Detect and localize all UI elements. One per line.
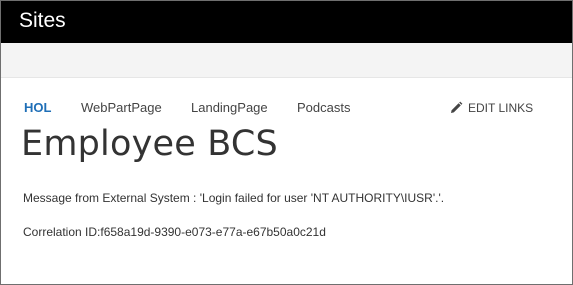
suite-bar-title[interactable]: Sites — [19, 8, 66, 34]
nav-item-webpartpage[interactable]: WebPartPage — [81, 98, 162, 118]
top-navigation: HOL WebPartPage LandingPage Podcasts EDI… — [1, 98, 572, 118]
suite-bar: Sites — [1, 1, 572, 43]
nav-item-podcasts[interactable]: Podcasts — [297, 98, 350, 118]
edit-links-button[interactable]: EDIT LINKS — [449, 98, 533, 118]
nav-item-hol[interactable]: HOL — [24, 98, 51, 118]
browser-frame: Sites HOL WebPartPage LandingPage Podcas… — [0, 0, 573, 285]
error-message: Message from External System : 'Login fa… — [23, 191, 445, 205]
pencil-icon — [451, 101, 463, 113]
correlation-id: Correlation ID:f658a19d-9390-e073-e77a-e… — [23, 225, 326, 239]
ribbon-bar — [1, 43, 572, 78]
nav-item-landingpage[interactable]: LandingPage — [191, 98, 268, 118]
edit-links-label: EDIT LINKS — [468, 101, 534, 115]
page-title: Employee BCS — [21, 124, 278, 164]
